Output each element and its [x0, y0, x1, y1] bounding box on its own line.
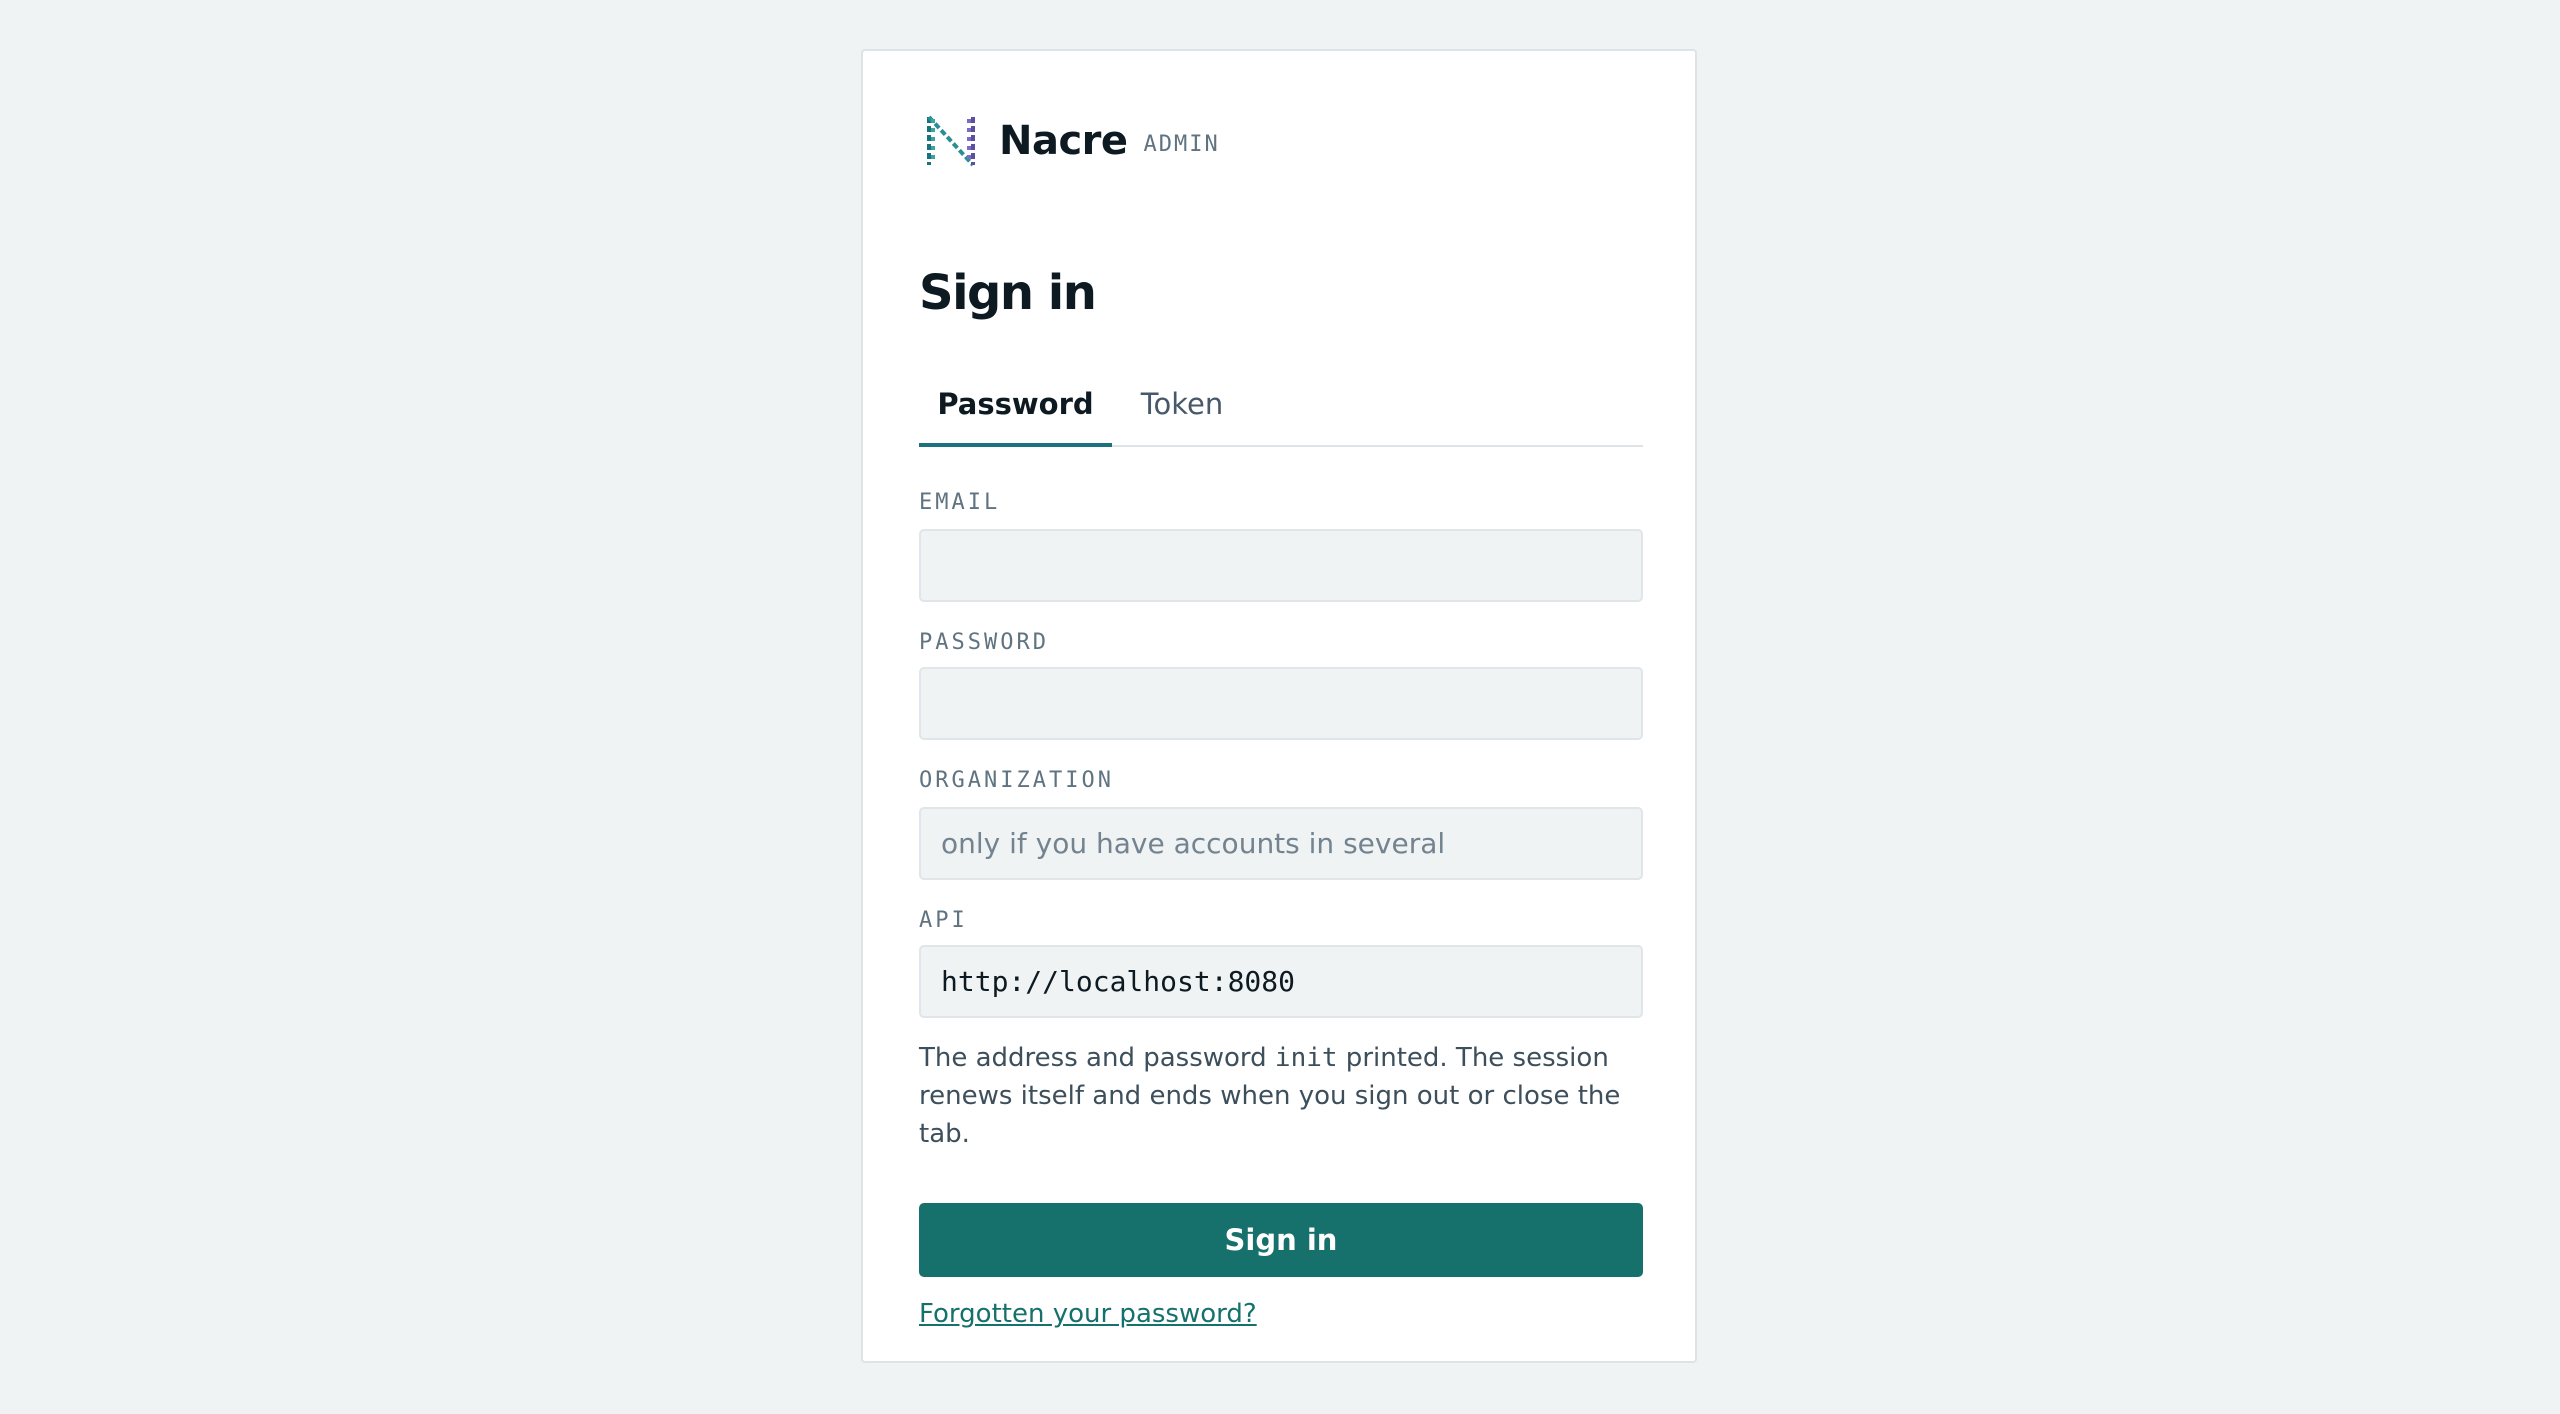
tab-token[interactable]: Token	[1112, 367, 1252, 445]
help-text-before: The address and password	[919, 1043, 1275, 1073]
email-field[interactable]	[919, 529, 1643, 602]
auth-tabs: Password Token	[919, 367, 1643, 447]
forgot-password-link[interactable]: Forgotten your password?	[919, 1296, 1257, 1332]
organization-field[interactable]	[919, 807, 1643, 880]
page-title: Sign in	[919, 265, 1097, 321]
email-label: EMAIL	[919, 490, 1001, 515]
sign-in-card: Nacre ADMIN Sign in Password Token EMAIL…	[861, 49, 1697, 1363]
password-label: PASSWORD	[919, 630, 1049, 655]
api-url-field[interactable]	[919, 945, 1643, 1018]
organization-label: ORGANIZATION	[919, 768, 1114, 793]
brand-name: Nacre	[999, 118, 1128, 164]
help-text: The address and password init printed. T…	[919, 1039, 1643, 1153]
help-text-code: init	[1274, 1043, 1338, 1073]
brand-tag: ADMIN	[1143, 131, 1220, 157]
tab-password[interactable]: Password	[919, 367, 1112, 447]
api-label: API	[919, 908, 968, 933]
brand: Nacre ADMIN	[925, 113, 1220, 169]
nacre-n-logo-icon	[925, 115, 977, 167]
password-field[interactable]	[919, 667, 1643, 740]
sign-in-button[interactable]: Sign in	[919, 1203, 1643, 1277]
